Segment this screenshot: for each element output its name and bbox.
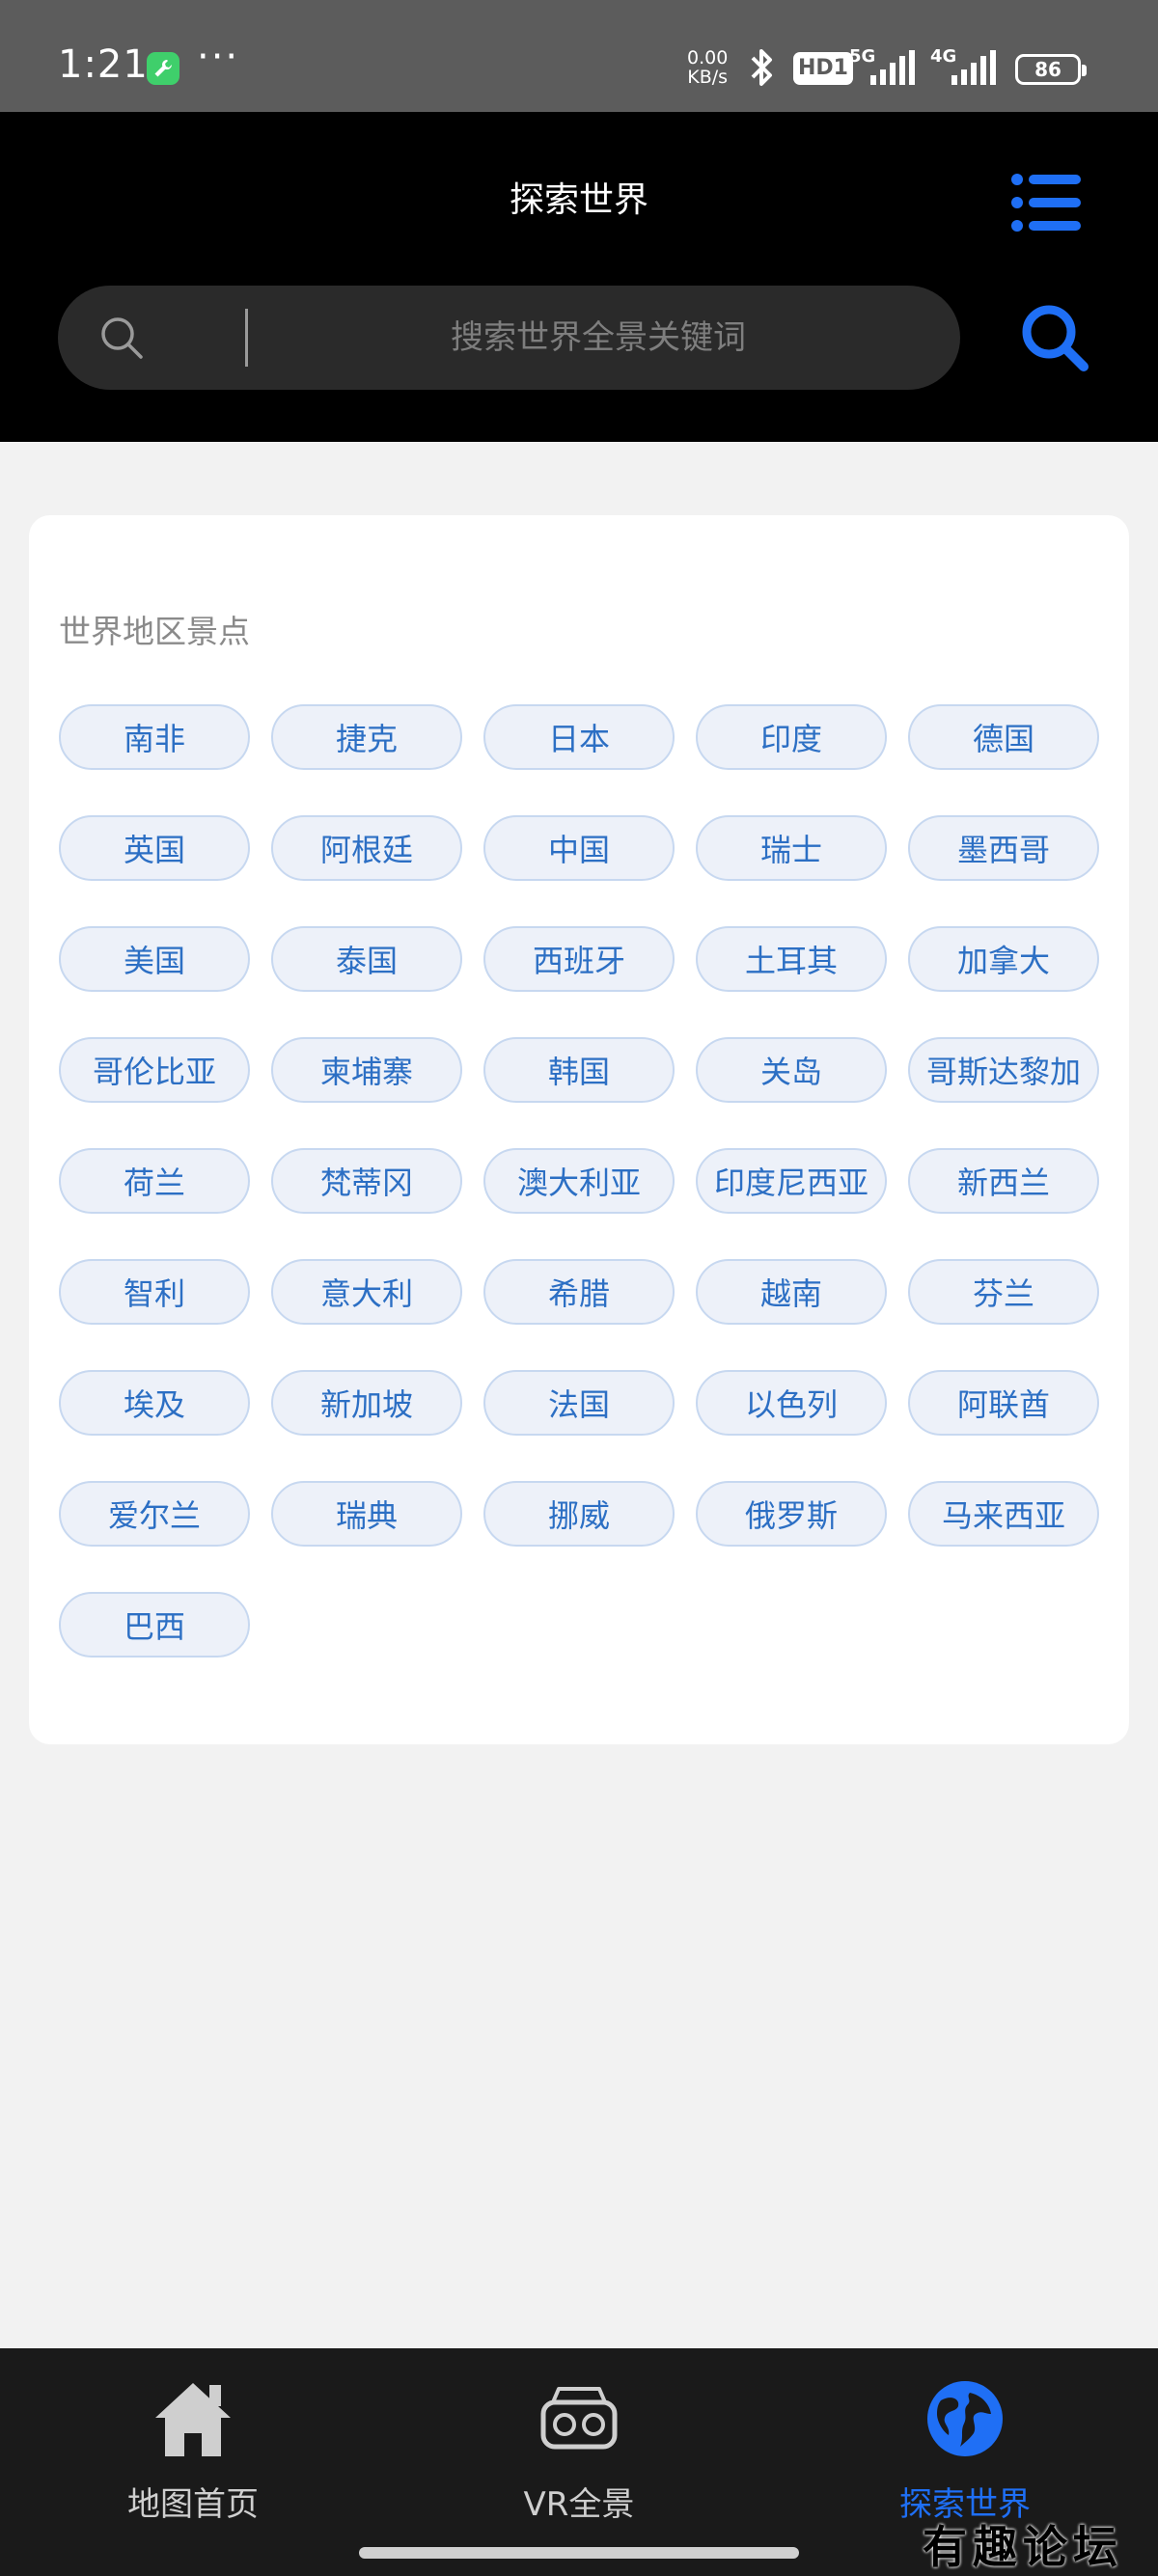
region-tag[interactable]: 越南 (696, 1259, 887, 1325)
home-indicator[interactable] (359, 2547, 799, 2559)
region-tag[interactable]: 柬埔寨 (271, 1037, 462, 1103)
region-tag[interactable]: 墨西哥 (908, 815, 1099, 881)
region-tag[interactable]: 英国 (59, 815, 250, 881)
section-title: 世界地区景点 (59, 613, 250, 650)
world-regions-card: 世界地区景点 南非 捷克 日本 印度 德国英国 阿根廷 中国 瑞士 墨西哥美国 泰国 西班牙 土耳其加… (29, 515, 1129, 1744)
region-tag[interactable]: 关岛 (696, 1037, 887, 1103)
region-tag[interactable]: 芬兰 (908, 1259, 1099, 1325)
region-tag[interactable]: 新西兰 (908, 1148, 1099, 1214)
region-tag[interactable]: 加拿大 (908, 926, 1099, 992)
region-tag[interactable]: 韩国 (483, 1037, 675, 1103)
nav-item-vr[interactable]: VR全景 (434, 2348, 724, 2532)
page-header: 探索世界 (0, 112, 1158, 442)
region-tag[interactable]: 意大利 (271, 1259, 462, 1325)
region-tag[interactable]: 哥伦比亚 (59, 1037, 250, 1103)
page-title: 探索世界 (509, 180, 648, 220)
status-bar: 1:21 ··· 0.00 KB/s HD1 5G 4G 86 (0, 0, 1158, 112)
region-tag[interactable]: 印度尼西亚 (696, 1148, 887, 1214)
region-tag[interactable]: 法国 (483, 1370, 675, 1436)
wrench-app-icon (147, 52, 179, 85)
region-tag[interactable]: 德国 (908, 704, 1099, 770)
vr-headset-icon (536, 2375, 622, 2466)
region-tag[interactable]: 西班牙 (483, 926, 675, 992)
search-bar (58, 286, 960, 390)
nav-label: 地图首页 (127, 2485, 259, 2524)
region-tag-list: 南非 捷克 日本 印度 德国英国 阿根廷 中国 瑞士 墨西哥美国 泰国 西班牙 土耳其 加拿大哥伦比亚柬… (59, 704, 1103, 1658)
region-tag[interactable]: 南非 (59, 704, 250, 770)
region-tag[interactable]: 智利 (59, 1259, 250, 1325)
status-time: 1:21 (58, 42, 149, 87)
search-icon (98, 315, 145, 365)
search-button-icon[interactable] (1018, 301, 1091, 374)
text-caret (245, 309, 248, 367)
nav-item-map-home[interactable]: 地图首页 (48, 2348, 338, 2532)
menu-list-icon[interactable] (1009, 166, 1083, 239)
region-tag[interactable]: 瑞典 (271, 1481, 462, 1547)
globe-icon (922, 2375, 1008, 2466)
region-tag[interactable]: 挪威 (483, 1481, 675, 1547)
region-tag[interactable]: 巴西 (59, 1592, 250, 1658)
region-tag[interactable]: 希腊 (483, 1259, 675, 1325)
bluetooth-icon (745, 46, 780, 93)
region-tag[interactable]: 梵蒂冈 (271, 1148, 462, 1214)
region-tag[interactable]: 新加坡 (271, 1370, 462, 1436)
region-tag[interactable]: 捷克 (271, 704, 462, 770)
region-tag[interactable]: 马来西亚 (908, 1481, 1099, 1547)
more-notifications-icon: ··· (197, 35, 240, 79)
region-tag[interactable]: 澳大利亚 (483, 1148, 675, 1214)
region-tag[interactable]: 俄罗斯 (696, 1481, 887, 1547)
region-tag[interactable]: 中国 (483, 815, 675, 881)
region-tag[interactable]: 土耳其 (696, 926, 887, 992)
region-tag[interactable]: 哥斯达黎加 (908, 1037, 1099, 1103)
region-tag[interactable]: 以色列 (696, 1370, 887, 1436)
nav-item-explore-world[interactable]: 探索世界 (820, 2348, 1110, 2532)
search-input[interactable] (261, 286, 936, 390)
region-tag[interactable]: 埃及 (59, 1370, 250, 1436)
battery-icon: 86 (1015, 54, 1087, 85)
speed-unit: KB/s (687, 67, 729, 88)
watermark: 有趣论坛 (923, 2521, 1123, 2573)
region-tag[interactable]: 阿联酋 (908, 1370, 1099, 1436)
home-icon (150, 2375, 236, 2466)
region-tag[interactable]: 印度 (696, 704, 887, 770)
nav-label: VR全景 (523, 2485, 635, 2524)
region-tag[interactable]: 泰国 (271, 926, 462, 992)
region-tag[interactable]: 美国 (59, 926, 250, 992)
hd-badge: HD1 (793, 52, 853, 85)
signal-icon-secondary (950, 50, 998, 89)
signal-icon (868, 50, 917, 89)
region-tag[interactable]: 荷兰 (59, 1148, 250, 1214)
region-tag[interactable]: 阿根廷 (271, 815, 462, 881)
region-tag[interactable]: 爱尔兰 (59, 1481, 250, 1547)
region-tag[interactable]: 瑞士 (696, 815, 887, 881)
network-speed: 0.00 KB/s (687, 48, 728, 87)
region-tag[interactable]: 日本 (483, 704, 675, 770)
speed-value: 0.00 (687, 47, 729, 69)
